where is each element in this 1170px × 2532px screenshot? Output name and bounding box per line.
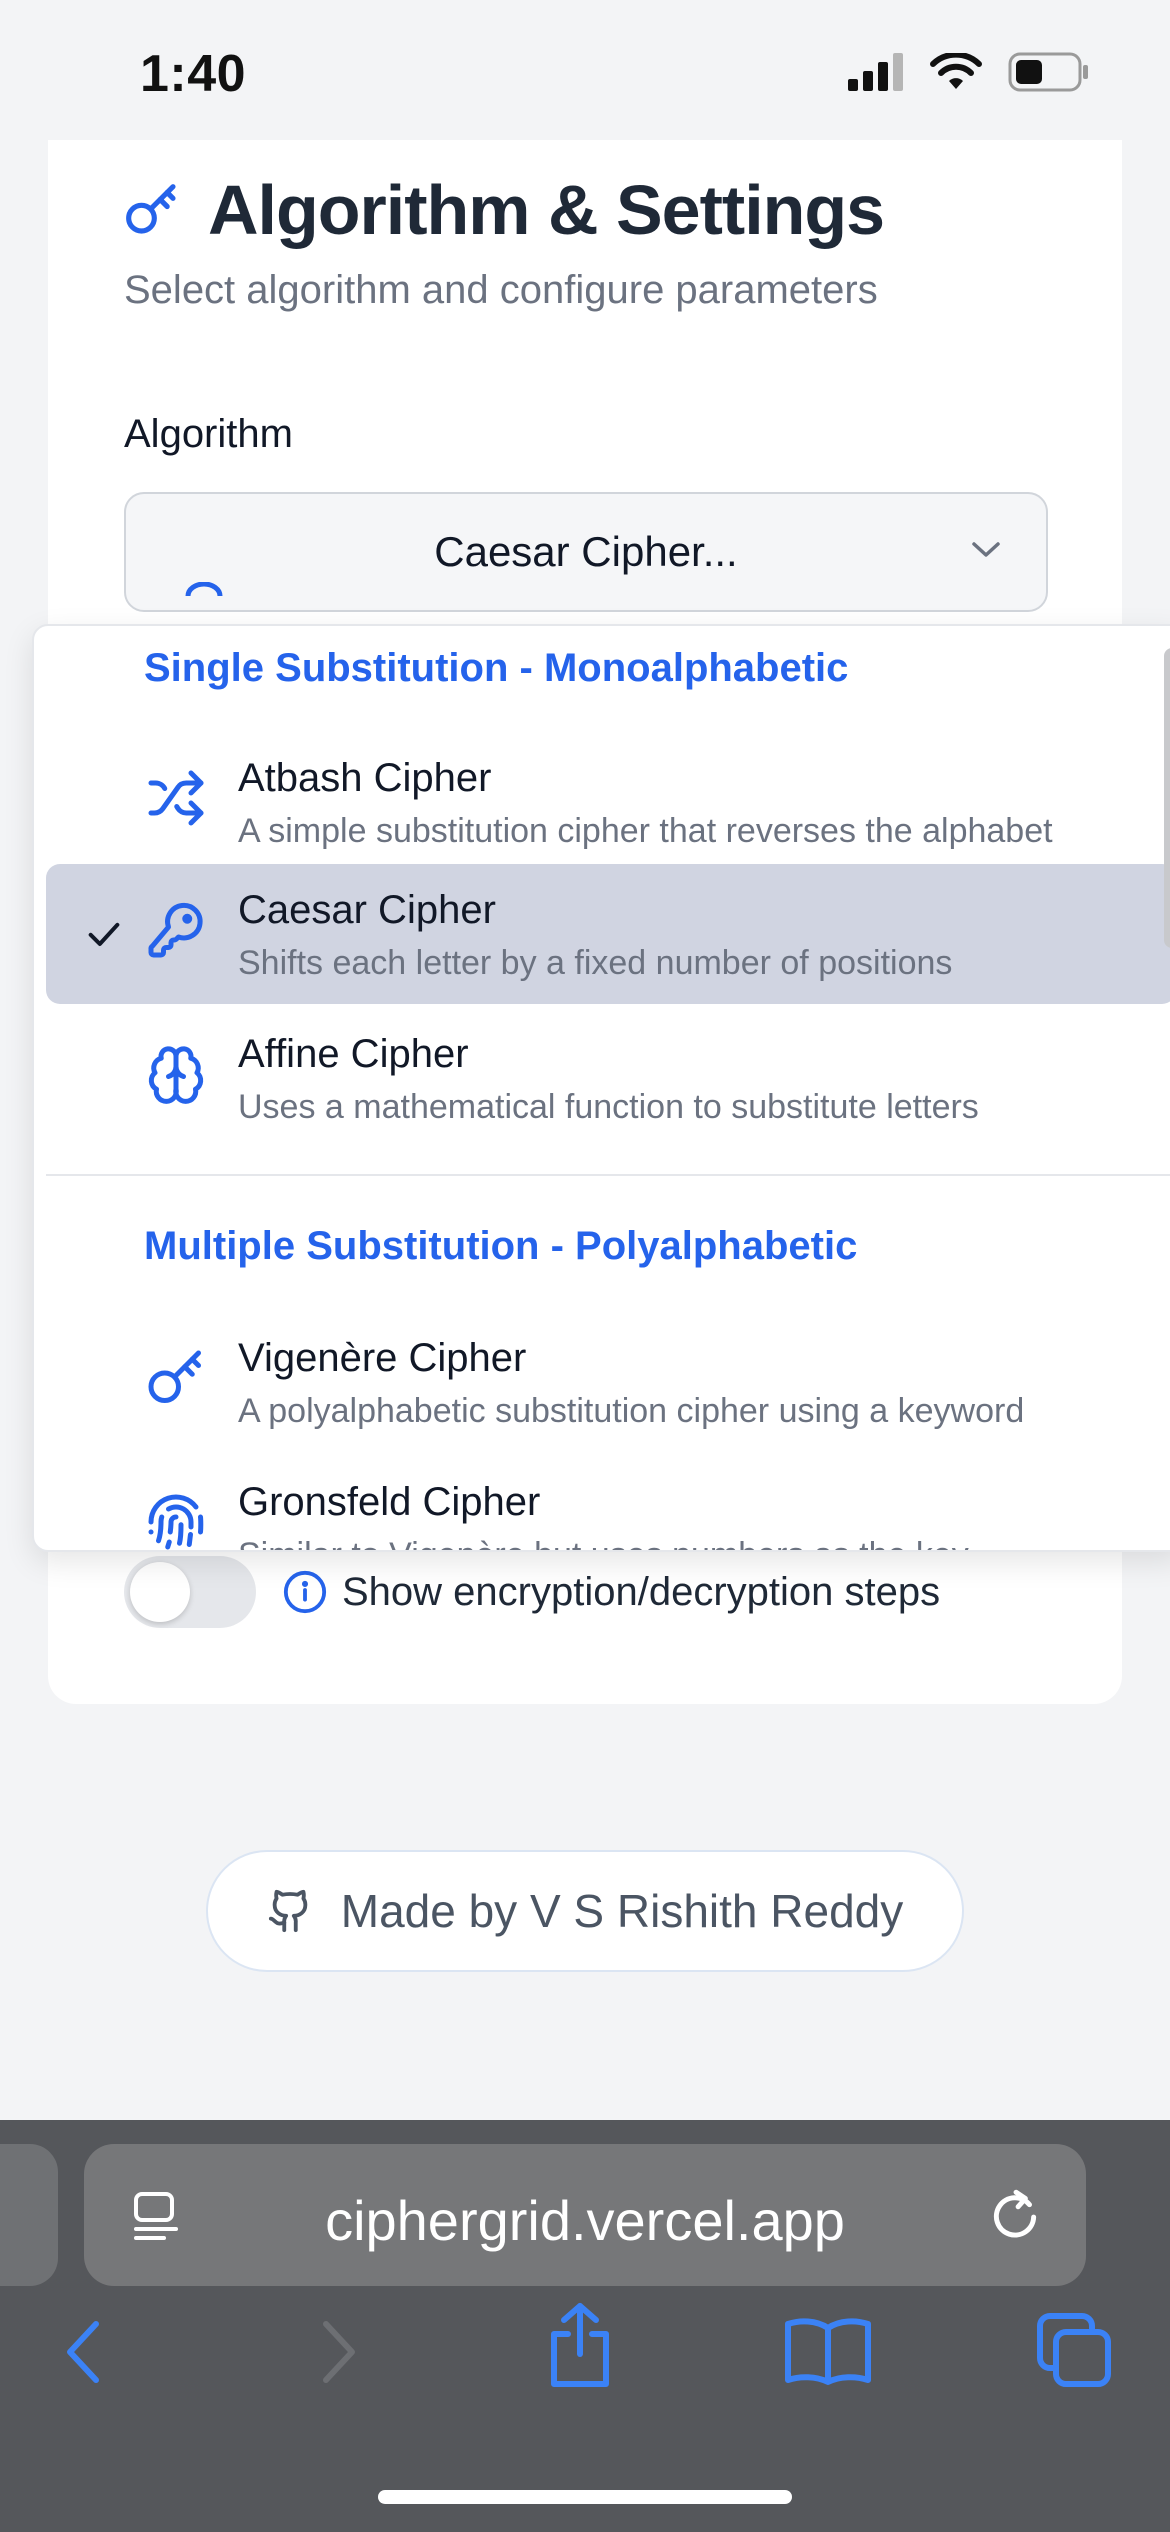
- option-atbash-cipher[interactable]: Atbash Cipher A simple substitution ciph…: [46, 732, 1170, 872]
- option-description: A simple substitution cipher that revers…: [238, 812, 1053, 850]
- key-icon: [185, 582, 223, 596]
- option-vigenere-cipher[interactable]: Vigenère Cipher A polyalphabetic substit…: [46, 1312, 1170, 1452]
- checkmark-icon: [88, 922, 120, 946]
- url-text: ciphergrid.vercel.app: [325, 2189, 845, 2252]
- group-title-monoalphabetic: Single Substitution - Monoalphabetic: [144, 646, 849, 690]
- share-icon[interactable]: [544, 2302, 616, 2390]
- page-subtitle: Select algorithm and configure parameter…: [124, 268, 878, 312]
- bookmarks-icon[interactable]: [784, 2316, 872, 2386]
- toggle-knob: [130, 1562, 190, 1622]
- option-description: A polyalphabetic substitution cipher usi…: [238, 1392, 1025, 1430]
- github-icon: [268, 1889, 308, 1933]
- status-bar: 1:40: [0, 0, 1170, 140]
- option-gronsfeld-cipher[interactable]: Gronsfeld Cipher Similar to Vigenère but…: [46, 1456, 1170, 1550]
- previous-tab-preview[interactable]: [0, 2144, 58, 2286]
- show-steps-row: Show encryption/decryption steps: [124, 1556, 940, 1628]
- option-name: Vigenère Cipher: [238, 1336, 527, 1380]
- status-icons: [848, 52, 1090, 92]
- option-name: Atbash Cipher: [238, 756, 492, 800]
- author-text: Made by V S Rishith Reddy: [340, 1885, 904, 1937]
- group-divider: [46, 1174, 1170, 1176]
- brain-icon: [148, 1046, 204, 1104]
- chevron-down-icon: [972, 542, 1000, 557]
- option-description: Shifts each letter by a fixed number of …: [238, 944, 953, 982]
- reload-icon[interactable]: [986, 2184, 1044, 2244]
- option-caesar-cipher[interactable]: Caesar Cipher Shifts each letter by a fi…: [46, 864, 1170, 1004]
- author-badge-link[interactable]: Made by V S Rishith Reddy: [206, 1850, 964, 1972]
- back-icon[interactable]: [60, 2316, 108, 2388]
- card-header: Algorithm & Settings: [124, 170, 885, 250]
- browser-toolbar: [0, 2303, 1170, 2446]
- dropdown-scrollbar[interactable]: [1164, 648, 1170, 948]
- status-time: 1:40: [140, 45, 247, 103]
- forward-icon[interactable]: [314, 2316, 362, 2388]
- wifi-icon: [930, 53, 982, 89]
- algorithm-label: Algorithm: [124, 412, 293, 456]
- show-steps-label: Show encryption/decryption steps: [342, 1569, 941, 1614]
- home-indicator[interactable]: [378, 2490, 792, 2504]
- option-name: Gronsfeld Cipher: [238, 1480, 541, 1524]
- algorithm-select[interactable]: Caesar Cipher...: [124, 492, 1048, 612]
- option-description: Similar to Vigenère but uses numbers as …: [238, 1536, 969, 1550]
- browser-bottom-bar: ciphergrid.vercel.app: [0, 2120, 1170, 2532]
- address-bar[interactable]: ciphergrid.vercel.app: [84, 2144, 1086, 2286]
- option-name: Caesar Cipher: [238, 888, 496, 932]
- selected-algorithm: Caesar Cipher...: [434, 528, 738, 575]
- option-affine-cipher[interactable]: Affine Cipher Uses a mathematical functi…: [46, 1008, 1170, 1148]
- fingerprint-icon: [148, 1494, 204, 1550]
- key-icon: [148, 1350, 201, 1403]
- key-icon: [126, 184, 176, 234]
- cellular-signal-icon: [848, 53, 903, 91]
- show-steps-toggle[interactable]: [124, 1556, 256, 1628]
- page-title: Algorithm & Settings: [208, 171, 885, 249]
- tabs-icon[interactable]: [1034, 2310, 1114, 2390]
- key-icon: [148, 902, 203, 958]
- battery-icon: [1008, 52, 1088, 92]
- shuffle-icon: [148, 770, 204, 826]
- info-icon[interactable]: [282, 1569, 328, 1615]
- algorithm-dropdown: Single Substitution - Monoalphabetic Atb…: [32, 624, 1170, 1552]
- option-name: Affine Cipher: [238, 1032, 469, 1076]
- option-description: Uses a mathematical function to substitu…: [238, 1088, 979, 1126]
- group-title-polyalphabetic: Multiple Substitution - Polyalphabetic: [144, 1224, 858, 1268]
